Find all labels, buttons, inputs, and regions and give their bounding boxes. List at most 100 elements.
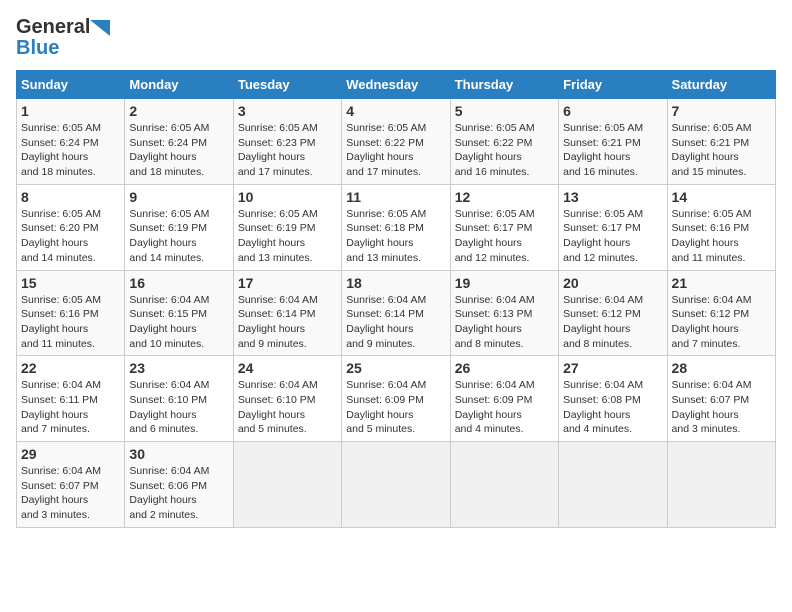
day-info: Sunrise: 6:04 AMSunset: 6:06 PMDaylight … bbox=[129, 465, 209, 521]
day-number: 11 bbox=[346, 189, 445, 205]
weekday-header-monday: Monday bbox=[125, 71, 233, 99]
day-number: 28 bbox=[672, 360, 771, 376]
day-number: 26 bbox=[455, 360, 554, 376]
calendar-cell bbox=[667, 442, 775, 528]
logo-triangle-icon bbox=[90, 20, 110, 36]
day-number: 17 bbox=[238, 275, 337, 291]
calendar-cell: 24 Sunrise: 6:04 AMSunset: 6:10 PMDaylig… bbox=[233, 356, 341, 442]
day-info: Sunrise: 6:05 AMSunset: 6:17 PMDaylight … bbox=[563, 208, 643, 264]
day-number: 3 bbox=[238, 103, 337, 119]
day-info: Sunrise: 6:05 AMSunset: 6:22 PMDaylight … bbox=[455, 122, 535, 178]
day-info: Sunrise: 6:05 AMSunset: 6:24 PMDaylight … bbox=[21, 122, 101, 178]
day-info: Sunrise: 6:04 AMSunset: 6:13 PMDaylight … bbox=[455, 294, 535, 350]
day-number: 25 bbox=[346, 360, 445, 376]
day-number: 21 bbox=[672, 275, 771, 291]
calendar-cell: 19 Sunrise: 6:04 AMSunset: 6:13 PMDaylig… bbox=[450, 270, 558, 356]
week-row-2: 8 Sunrise: 6:05 AMSunset: 6:20 PMDayligh… bbox=[17, 184, 776, 270]
calendar-cell: 26 Sunrise: 6:04 AMSunset: 6:09 PMDaylig… bbox=[450, 356, 558, 442]
day-number: 7 bbox=[672, 103, 771, 119]
day-number: 29 bbox=[21, 446, 120, 462]
calendar-cell: 11 Sunrise: 6:05 AMSunset: 6:18 PMDaylig… bbox=[342, 184, 450, 270]
day-info: Sunrise: 6:04 AMSunset: 6:09 PMDaylight … bbox=[455, 379, 535, 435]
calendar-cell bbox=[342, 442, 450, 528]
calendar-cell: 18 Sunrise: 6:04 AMSunset: 6:14 PMDaylig… bbox=[342, 270, 450, 356]
calendar-cell: 22 Sunrise: 6:04 AMSunset: 6:11 PMDaylig… bbox=[17, 356, 125, 442]
logo: General Blue bbox=[16, 16, 110, 60]
calendar-cell: 3 Sunrise: 6:05 AMSunset: 6:23 PMDayligh… bbox=[233, 99, 341, 185]
day-number: 27 bbox=[563, 360, 662, 376]
weekday-row: SundayMondayTuesdayWednesdayThursdayFrid… bbox=[17, 71, 776, 99]
calendar-cell: 9 Sunrise: 6:05 AMSunset: 6:19 PMDayligh… bbox=[125, 184, 233, 270]
day-number: 10 bbox=[238, 189, 337, 205]
day-number: 5 bbox=[455, 103, 554, 119]
day-info: Sunrise: 6:05 AMSunset: 6:18 PMDaylight … bbox=[346, 208, 426, 264]
day-number: 19 bbox=[455, 275, 554, 291]
day-info: Sunrise: 6:04 AMSunset: 6:10 PMDaylight … bbox=[238, 379, 318, 435]
day-info: Sunrise: 6:05 AMSunset: 6:20 PMDaylight … bbox=[21, 208, 101, 264]
week-row-1: 1 Sunrise: 6:05 AMSunset: 6:24 PMDayligh… bbox=[17, 99, 776, 185]
weekday-header-friday: Friday bbox=[559, 71, 667, 99]
calendar-cell: 8 Sunrise: 6:05 AMSunset: 6:20 PMDayligh… bbox=[17, 184, 125, 270]
day-info: Sunrise: 6:04 AMSunset: 6:10 PMDaylight … bbox=[129, 379, 209, 435]
calendar-cell: 23 Sunrise: 6:04 AMSunset: 6:10 PMDaylig… bbox=[125, 356, 233, 442]
day-info: Sunrise: 6:04 AMSunset: 6:12 PMDaylight … bbox=[563, 294, 643, 350]
day-info: Sunrise: 6:05 AMSunset: 6:24 PMDaylight … bbox=[129, 122, 209, 178]
day-number: 13 bbox=[563, 189, 662, 205]
logo-general-text: General bbox=[16, 16, 90, 39]
day-info: Sunrise: 6:05 AMSunset: 6:23 PMDaylight … bbox=[238, 122, 318, 178]
day-info: Sunrise: 6:05 AMSunset: 6:21 PMDaylight … bbox=[563, 122, 643, 178]
calendar-cell: 17 Sunrise: 6:04 AMSunset: 6:14 PMDaylig… bbox=[233, 270, 341, 356]
week-row-4: 22 Sunrise: 6:04 AMSunset: 6:11 PMDaylig… bbox=[17, 356, 776, 442]
day-info: Sunrise: 6:04 AMSunset: 6:07 PMDaylight … bbox=[672, 379, 752, 435]
day-info: Sunrise: 6:05 AMSunset: 6:22 PMDaylight … bbox=[346, 122, 426, 178]
calendar-cell: 10 Sunrise: 6:05 AMSunset: 6:19 PMDaylig… bbox=[233, 184, 341, 270]
calendar-cell: 16 Sunrise: 6:04 AMSunset: 6:15 PMDaylig… bbox=[125, 270, 233, 356]
calendar-body: 1 Sunrise: 6:05 AMSunset: 6:24 PMDayligh… bbox=[17, 99, 776, 528]
day-number: 16 bbox=[129, 275, 228, 291]
calendar-cell: 12 Sunrise: 6:05 AMSunset: 6:17 PMDaylig… bbox=[450, 184, 558, 270]
calendar-cell: 21 Sunrise: 6:04 AMSunset: 6:12 PMDaylig… bbox=[667, 270, 775, 356]
day-info: Sunrise: 6:04 AMSunset: 6:11 PMDaylight … bbox=[21, 379, 101, 435]
calendar-cell bbox=[233, 442, 341, 528]
calendar-cell: 1 Sunrise: 6:05 AMSunset: 6:24 PMDayligh… bbox=[17, 99, 125, 185]
day-number: 2 bbox=[129, 103, 228, 119]
page-header: General Blue bbox=[16, 16, 776, 60]
day-number: 1 bbox=[21, 103, 120, 119]
day-number: 22 bbox=[21, 360, 120, 376]
day-number: 18 bbox=[346, 275, 445, 291]
day-info: Sunrise: 6:04 AMSunset: 6:12 PMDaylight … bbox=[672, 294, 752, 350]
calendar-cell: 20 Sunrise: 6:04 AMSunset: 6:12 PMDaylig… bbox=[559, 270, 667, 356]
calendar-table: SundayMondayTuesdayWednesdayThursdayFrid… bbox=[16, 70, 776, 528]
logo-row: General bbox=[16, 16, 110, 39]
calendar-cell: 13 Sunrise: 6:05 AMSunset: 6:17 PMDaylig… bbox=[559, 184, 667, 270]
day-info: Sunrise: 6:04 AMSunset: 6:09 PMDaylight … bbox=[346, 379, 426, 435]
weekday-header-thursday: Thursday bbox=[450, 71, 558, 99]
day-number: 6 bbox=[563, 103, 662, 119]
calendar-cell: 5 Sunrise: 6:05 AMSunset: 6:22 PMDayligh… bbox=[450, 99, 558, 185]
calendar-cell: 25 Sunrise: 6:04 AMSunset: 6:09 PMDaylig… bbox=[342, 356, 450, 442]
day-number: 9 bbox=[129, 189, 228, 205]
calendar-cell: 7 Sunrise: 6:05 AMSunset: 6:21 PMDayligh… bbox=[667, 99, 775, 185]
week-row-5: 29 Sunrise: 6:04 AMSunset: 6:07 PMDaylig… bbox=[17, 442, 776, 528]
weekday-header-tuesday: Tuesday bbox=[233, 71, 341, 99]
calendar-cell: 2 Sunrise: 6:05 AMSunset: 6:24 PMDayligh… bbox=[125, 99, 233, 185]
day-number: 4 bbox=[346, 103, 445, 119]
day-number: 14 bbox=[672, 189, 771, 205]
day-info: Sunrise: 6:04 AMSunset: 6:08 PMDaylight … bbox=[563, 379, 643, 435]
day-number: 23 bbox=[129, 360, 228, 376]
calendar-cell: 4 Sunrise: 6:05 AMSunset: 6:22 PMDayligh… bbox=[342, 99, 450, 185]
day-number: 24 bbox=[238, 360, 337, 376]
calendar-cell: 6 Sunrise: 6:05 AMSunset: 6:21 PMDayligh… bbox=[559, 99, 667, 185]
day-info: Sunrise: 6:05 AMSunset: 6:19 PMDaylight … bbox=[238, 208, 318, 264]
day-number: 8 bbox=[21, 189, 120, 205]
calendar-cell: 30 Sunrise: 6:04 AMSunset: 6:06 PMDaylig… bbox=[125, 442, 233, 528]
day-info: Sunrise: 6:04 AMSunset: 6:14 PMDaylight … bbox=[346, 294, 426, 350]
day-info: Sunrise: 6:04 AMSunset: 6:14 PMDaylight … bbox=[238, 294, 318, 350]
day-info: Sunrise: 6:05 AMSunset: 6:21 PMDaylight … bbox=[672, 122, 752, 178]
day-info: Sunrise: 6:04 AMSunset: 6:15 PMDaylight … bbox=[129, 294, 209, 350]
calendar-cell: 15 Sunrise: 6:05 AMSunset: 6:16 PMDaylig… bbox=[17, 270, 125, 356]
logo-blue-text: Blue bbox=[16, 37, 59, 60]
week-row-3: 15 Sunrise: 6:05 AMSunset: 6:16 PMDaylig… bbox=[17, 270, 776, 356]
calendar-cell: 14 Sunrise: 6:05 AMSunset: 6:16 PMDaylig… bbox=[667, 184, 775, 270]
day-info: Sunrise: 6:05 AMSunset: 6:16 PMDaylight … bbox=[672, 208, 752, 264]
